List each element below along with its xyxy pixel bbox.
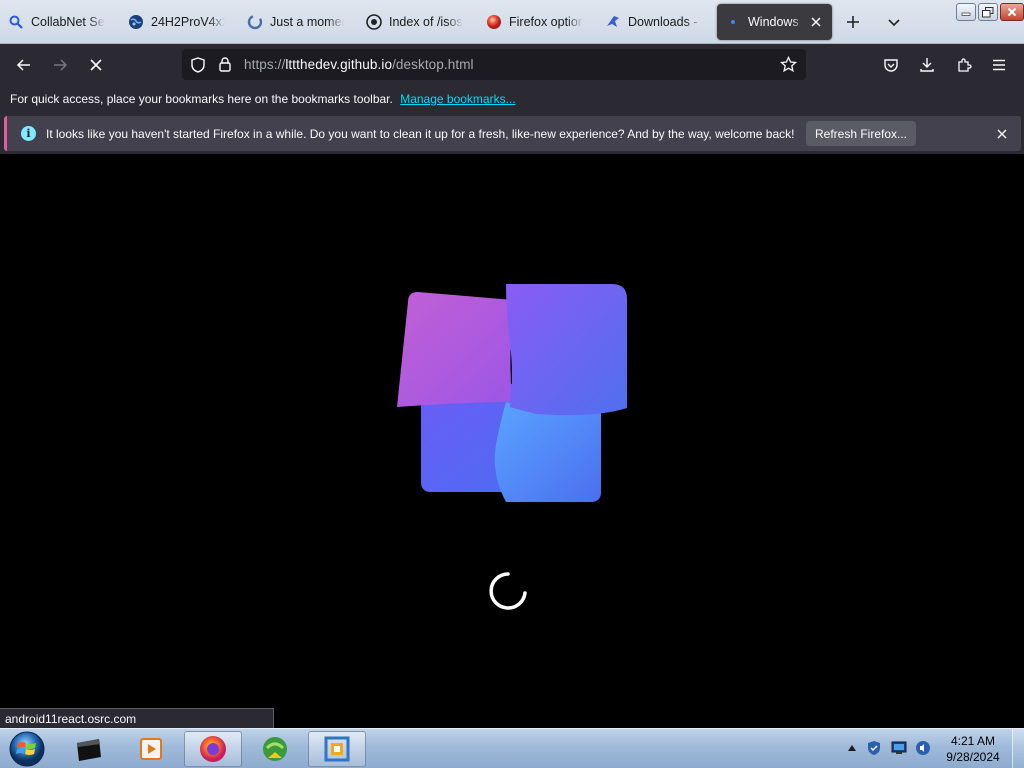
cloudflare-icon xyxy=(247,14,263,30)
tab-index-of-isos[interactable]: Index of /isos xyxy=(358,4,474,40)
tab-label: Firefox option xyxy=(509,15,583,29)
url-text[interactable]: https://lttthedev.github.io/desktop.html xyxy=(244,57,474,72)
extensions-puzzle-icon[interactable] xyxy=(951,52,977,78)
url-scheme: https:// xyxy=(244,57,286,72)
page-content xyxy=(0,154,1024,728)
loading-spinner-icon xyxy=(489,572,527,610)
tab-24h2prov4x2[interactable]: 24H2ProV4x2 xyxy=(120,4,236,40)
windows-logo xyxy=(397,284,627,502)
taskbar-media-player-icon[interactable] xyxy=(122,731,180,767)
notification-bar: i It looks like you haven't started Fire… xyxy=(0,114,1024,154)
bookmark-star-icon[interactable] xyxy=(779,55,798,78)
url-path: /desktop.html xyxy=(392,57,474,72)
tab-strip: CollabNet Sea 24H2ProV4x2 Just a momen I… xyxy=(0,0,1024,44)
close-icon[interactable] xyxy=(992,124,1012,144)
tab-label: 24H2ProV4x2 xyxy=(151,15,225,29)
tab-close-icon[interactable] xyxy=(808,14,824,30)
tab-label: Windows 1 xyxy=(748,15,805,29)
back-arrow-icon[interactable] xyxy=(11,52,37,78)
loading-dot-icon xyxy=(725,14,741,30)
tray-shield-icon[interactable] xyxy=(865,739,883,757)
bookmarks-hint-text: For quick access, place your bookmarks h… xyxy=(10,92,393,106)
tab-label: Downloads - B xyxy=(628,15,702,29)
manage-bookmarks-link[interactable]: Manage bookmarks... xyxy=(400,92,515,106)
status-url-panel: android11react.osrc.com xyxy=(0,708,274,729)
tab-label: CollabNet Sea xyxy=(31,15,105,29)
show-hidden-icons-triangle-icon[interactable] xyxy=(843,739,861,757)
tab-firefox-options[interactable]: Firefox option xyxy=(478,4,594,40)
screen: CollabNet Sea 24H2ProV4x2 Just a momen I… xyxy=(0,0,1024,768)
tab-windows-active[interactable]: Windows 1 xyxy=(717,4,832,40)
search-icon xyxy=(8,14,24,30)
tab-label: Just a momen xyxy=(270,15,344,29)
show-desktop-button[interactable] xyxy=(1012,729,1024,768)
clock-date: 9/28/2024 xyxy=(946,750,1000,764)
downloads-icon[interactable] xyxy=(914,52,940,78)
taskbar-virtualbox-icon[interactable] xyxy=(308,731,366,767)
taskbar-terminal-icon[interactable] xyxy=(60,731,118,767)
close-window-icon[interactable] xyxy=(1000,3,1024,21)
menu-hamburger-icon[interactable] xyxy=(986,52,1012,78)
refresh-firefox-button[interactable]: Refresh Firefox... xyxy=(806,121,916,146)
address-bar[interactable]: https://lttthedev.github.io/desktop.html xyxy=(182,49,806,80)
navigation-toolbar: https://lttthedev.github.io/desktop.html xyxy=(0,44,1024,85)
tab-downloads[interactable]: Downloads - B xyxy=(597,4,713,40)
tray-network-monitor-icon[interactable] xyxy=(890,739,908,757)
globe-icon xyxy=(128,14,144,30)
stop-loading-x-icon[interactable] xyxy=(83,52,109,78)
taskbar: 4:21 AM 9/28/2024 xyxy=(0,728,1024,768)
lock-icon[interactable] xyxy=(218,56,232,77)
github-icon xyxy=(366,14,382,30)
pocket-icon[interactable] xyxy=(878,52,904,78)
tab-just-a-moment[interactable]: Just a momen xyxy=(239,4,355,40)
taskbar-download-manager-icon[interactable] xyxy=(246,731,304,767)
list-all-tabs-chevron-down-icon[interactable] xyxy=(882,10,906,34)
forward-arrow-icon[interactable] xyxy=(47,52,73,78)
tab-collabnet[interactable]: CollabNet Sea xyxy=(0,4,116,40)
bookmarks-toolbar: For quick access, place your bookmarks h… xyxy=(0,85,1024,114)
start-orb-icon[interactable] xyxy=(5,730,49,768)
notification-box: i It looks like you haven't started Fire… xyxy=(4,116,1021,151)
new-tab-plus-icon[interactable] xyxy=(841,10,865,34)
taskbar-firefox-icon[interactable] xyxy=(184,731,242,767)
url-host: lttthedev.github.io xyxy=(285,57,393,72)
clock-time: 4:21 AM xyxy=(950,734,996,748)
tab-label: Index of /isos xyxy=(389,15,463,29)
restore-icon[interactable] xyxy=(978,3,998,21)
info-icon: i xyxy=(21,126,36,141)
notification-message: It looks like you haven't started Firefo… xyxy=(46,127,795,141)
bird-icon xyxy=(605,14,621,30)
tracking-protection-shield-icon[interactable] xyxy=(190,57,206,78)
system-clock[interactable]: 4:21 AM 9/28/2024 xyxy=(938,733,1008,765)
firefox-options-icon xyxy=(486,14,502,30)
tray-volume-icon[interactable] xyxy=(914,739,932,757)
minimize-icon[interactable] xyxy=(956,3,976,21)
